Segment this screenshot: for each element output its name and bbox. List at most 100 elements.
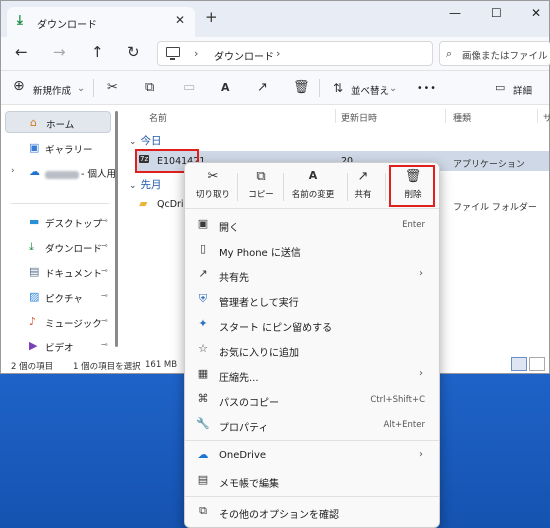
sidebar-item-home[interactable]: ⌂ ホーム [5, 111, 111, 133]
pin-icon: ⊸ [101, 291, 108, 300]
home-icon: ⌂ [30, 116, 37, 129]
group-label: 先月 [140, 179, 162, 191]
this-pc-icon [166, 47, 180, 60]
sidebar-item-label: ピクチャ [45, 294, 83, 305]
quick-action-divider [347, 173, 348, 201]
tiles-view-button[interactable] [529, 357, 545, 371]
column-divider[interactable] [537, 109, 538, 123]
column-header-type[interactable]: 種類 [453, 111, 471, 124]
more-options-button[interactable]: ••• [417, 83, 437, 94]
group-header-last-month[interactable]: ⌄ 先月 [129, 177, 162, 192]
desktop-icon: ▬ [29, 215, 40, 228]
copy-button[interactable]: ⧉ [145, 80, 154, 95]
chevron-right-icon: › [419, 449, 423, 460]
selection-count: 1 個の項目を選択 [73, 362, 141, 372]
new-item-icon: ⊕ [13, 78, 25, 94]
cut-action[interactable]: ✂ 切り取り [195, 169, 231, 205]
maximize-button[interactable]: ☐ [491, 6, 502, 20]
menu-item-shortcut: Alt+Enter [383, 420, 425, 430]
menu-item-run-as-admin[interactable]: ⛨ 管理者として実行 [189, 288, 435, 312]
sidebar-item-gallery[interactable]: ▣ ギャラリー [5, 137, 111, 159]
toolbar-divider [93, 79, 94, 97]
menu-item-label: 管理者として実行 [219, 298, 299, 309]
cloud-icon: ☁ [29, 165, 40, 178]
redacted-name [45, 170, 79, 179]
menu-divider [185, 440, 439, 441]
menu-item-compress-to[interactable]: ▦ 圧縮先... › [189, 363, 435, 387]
new-tab-button[interactable]: + [205, 10, 218, 25]
highlight-delete-action [389, 165, 435, 207]
sidebar-item-documents[interactable]: ▤ ドキュメント ⊸ [5, 261, 111, 283]
share-action[interactable]: ↗ 共有 [349, 169, 377, 205]
copy-action[interactable]: ⧉ コピー [245, 169, 277, 205]
menu-item-add-favorite[interactable]: ☆ お気に入りに追加 [189, 338, 435, 362]
navigation-bar: ← → ↑ ↻ › ダウンロード › ⌕ 画像またはファイル [1, 37, 550, 71]
chevron-right-icon: › [419, 268, 423, 279]
sidebar-item-desktop[interactable]: ▬ デスクトップ ⊸ [5, 211, 111, 233]
breadcrumb-separator[interactable]: › [194, 47, 198, 60]
rename-label: 名前の変更 [291, 190, 335, 200]
close-window-button[interactable]: ✕ [531, 6, 541, 20]
toolbar-divider [319, 79, 320, 97]
menu-item-pin-to-start[interactable]: ✦ スタート にピン留めする [189, 313, 435, 337]
breadcrumb-separator[interactable]: › [276, 47, 280, 60]
close-tab-icon[interactable]: ✕ [175, 13, 185, 27]
details-button[interactable]: 詳細 [513, 83, 532, 97]
sidebar-item-music[interactable]: ♪ ミュージック ⊸ [5, 311, 111, 333]
column-divider[interactable] [335, 109, 336, 123]
forward-button[interactable]: → [53, 43, 66, 61]
group-header-today[interactable]: ⌄ 今日 [129, 133, 162, 148]
sort-button[interactable]: 並べ替え [351, 83, 389, 97]
share-button[interactable]: ↗ [257, 80, 268, 95]
sidebar-divider [11, 203, 109, 204]
menu-item-edit-notepad[interactable]: ▤ メモ帳で編集 [189, 469, 435, 493]
menu-item-properties[interactable]: 🔧 プロパティ Alt+Enter [189, 413, 435, 437]
pin-icon: ⊸ [101, 266, 108, 275]
menu-divider [185, 496, 439, 497]
menu-item-share-to[interactable]: ↗ 共有先 › [189, 263, 435, 287]
menu-item-shortcut: Enter [402, 220, 425, 230]
group-label: 今日 [140, 135, 162, 147]
address-bar[interactable]: › ダウンロード › [157, 41, 433, 66]
menu-item-send-to-phone[interactable]: ▯ My Phone に送信 [189, 238, 435, 262]
menu-item-more-options[interactable]: ⧉ その他のオプションを確認 [189, 500, 435, 524]
chevron-right-icon[interactable]: › [11, 166, 15, 176]
sidebar-item-downloads[interactable]: ⤓ ダウンロード ⊸ [5, 236, 111, 258]
menu-item-copy-path[interactable]: ⌘ パスのコピー Ctrl+Shift+C [189, 388, 435, 412]
share-icon: ↗ [357, 169, 369, 184]
delete-button[interactable]: 🗑 [293, 80, 310, 95]
column-header-name[interactable]: 名前 [149, 111, 167, 124]
sidebar-item-videos[interactable]: ▶ ビデオ ⊸ [5, 335, 111, 357]
sidebar-item-label: デスクトップ [45, 219, 103, 230]
menu-item-onedrive[interactable]: ☁ OneDrive › [189, 444, 435, 468]
menu-item-label: パスのコピー [219, 398, 279, 409]
sidebar-item-pictures[interactable]: ▨ ピクチャ ⊸ [5, 286, 111, 308]
rename-action[interactable]: A 名前の変更 [285, 169, 341, 205]
sidebar-item-onedrive[interactable]: › ☁ - 個人用 [5, 161, 116, 183]
menu-item-open[interactable]: ▣ 開く Enter [189, 213, 435, 237]
cut-button[interactable]: ✂ [107, 80, 118, 95]
details-view-button[interactable] [511, 357, 527, 371]
back-button[interactable]: ← [15, 43, 28, 61]
column-header-modified[interactable]: 更新日時 [341, 111, 377, 124]
column-divider[interactable] [445, 109, 446, 123]
quick-action-divider [385, 173, 386, 201]
refresh-button[interactable]: ↻ [127, 43, 140, 61]
rename-button[interactable]: A [221, 81, 230, 94]
column-header-size[interactable]: サ [543, 111, 550, 124]
sidebar-item-label: ダウンロード [45, 244, 103, 255]
menu-item-label: 圧縮先... [219, 373, 259, 384]
minimize-button[interactable]: — [449, 6, 461, 20]
search-box[interactable]: ⌕ 画像またはファイル [439, 41, 550, 66]
chevron-down-icon: ⌄ [77, 83, 85, 94]
tab-downloads[interactable]: ⤓ ダウンロード ✕ [7, 7, 195, 37]
copy-icon: ⧉ [256, 169, 266, 184]
sidebar-scrollbar[interactable] [115, 111, 118, 347]
paste-button[interactable]: ▭ [183, 80, 195, 95]
breadcrumb-downloads[interactable]: ダウンロード [214, 48, 274, 63]
star-icon: ☆ [198, 342, 208, 355]
new-item-button[interactable]: 新規作成 [33, 83, 71, 97]
pin-icon: ⊸ [101, 316, 108, 325]
pictures-icon: ▨ [29, 290, 40, 303]
up-button[interactable]: ↑ [91, 43, 104, 61]
